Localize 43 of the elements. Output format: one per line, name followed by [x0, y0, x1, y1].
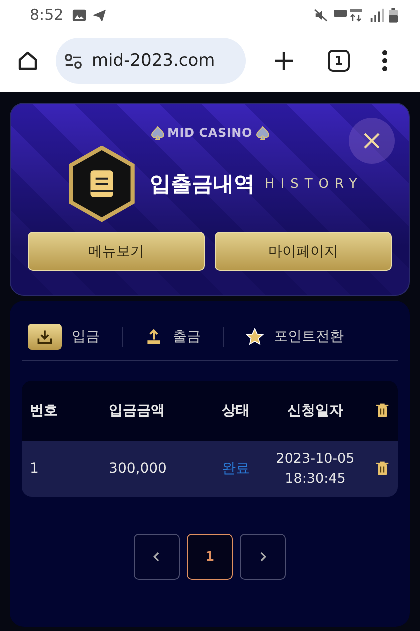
tab-count-button[interactable]: 1 [328, 50, 350, 72]
nav-button[interactable]: 마이페이지 [215, 232, 392, 271]
nav-button[interactable]: 메뉴보기 [28, 232, 205, 271]
delete-icon[interactable] [374, 460, 390, 478]
star-icon [246, 328, 264, 346]
home-icon[interactable] [16, 49, 40, 73]
close-icon [362, 131, 382, 151]
page-button[interactable]: 1 [187, 534, 233, 580]
signal-icon [369, 8, 384, 22]
tab[interactable]: 포인트전환 [246, 328, 344, 346]
table-cell-text: 300,000 [108, 461, 168, 477]
page-title: 입출금내역 [150, 171, 255, 198]
address-bar[interactable]: mid-2023.com [56, 38, 246, 84]
upload-icon [145, 328, 163, 346]
date-cell-text: 2023-10-05 18:30:45 [275, 450, 356, 489]
previous-page-button[interactable] [134, 534, 180, 580]
paper-plane-icon [92, 8, 107, 22]
tab[interactable]: 출금 [145, 328, 201, 346]
mute-icon [314, 8, 329, 22]
column-header: 번호 [29, 402, 59, 420]
new-tab-icon[interactable] [272, 49, 296, 73]
delete-all-icon [374, 402, 390, 420]
site-settings-icon[interactable] [64, 52, 83, 70]
download-icon [36, 328, 54, 346]
book-badge-icon [68, 146, 136, 222]
spade-icon [256, 126, 270, 140]
page-subtitle: HISTORY [265, 176, 364, 192]
column-header: 신청일자 [286, 402, 344, 420]
image-icon [72, 8, 87, 22]
url-text: mid-2023.com [92, 51, 216, 71]
status-text: 완료 [220, 460, 251, 478]
network-icon [334, 8, 364, 22]
more-options-icon[interactable] [382, 49, 388, 73]
tab[interactable]: 입금 [28, 324, 100, 350]
battery-icon [389, 8, 398, 22]
close-button[interactable] [349, 118, 395, 164]
next-page-button[interactable] [240, 534, 286, 580]
status-time: 8:52 [30, 6, 64, 24]
column-header: 입금금액 [108, 402, 166, 420]
column-header: 상태 [220, 402, 251, 420]
table-cell-text: 1 [29, 461, 40, 477]
spade-icon [150, 126, 164, 140]
brand-logo-text: MID CASINO [168, 126, 252, 140]
